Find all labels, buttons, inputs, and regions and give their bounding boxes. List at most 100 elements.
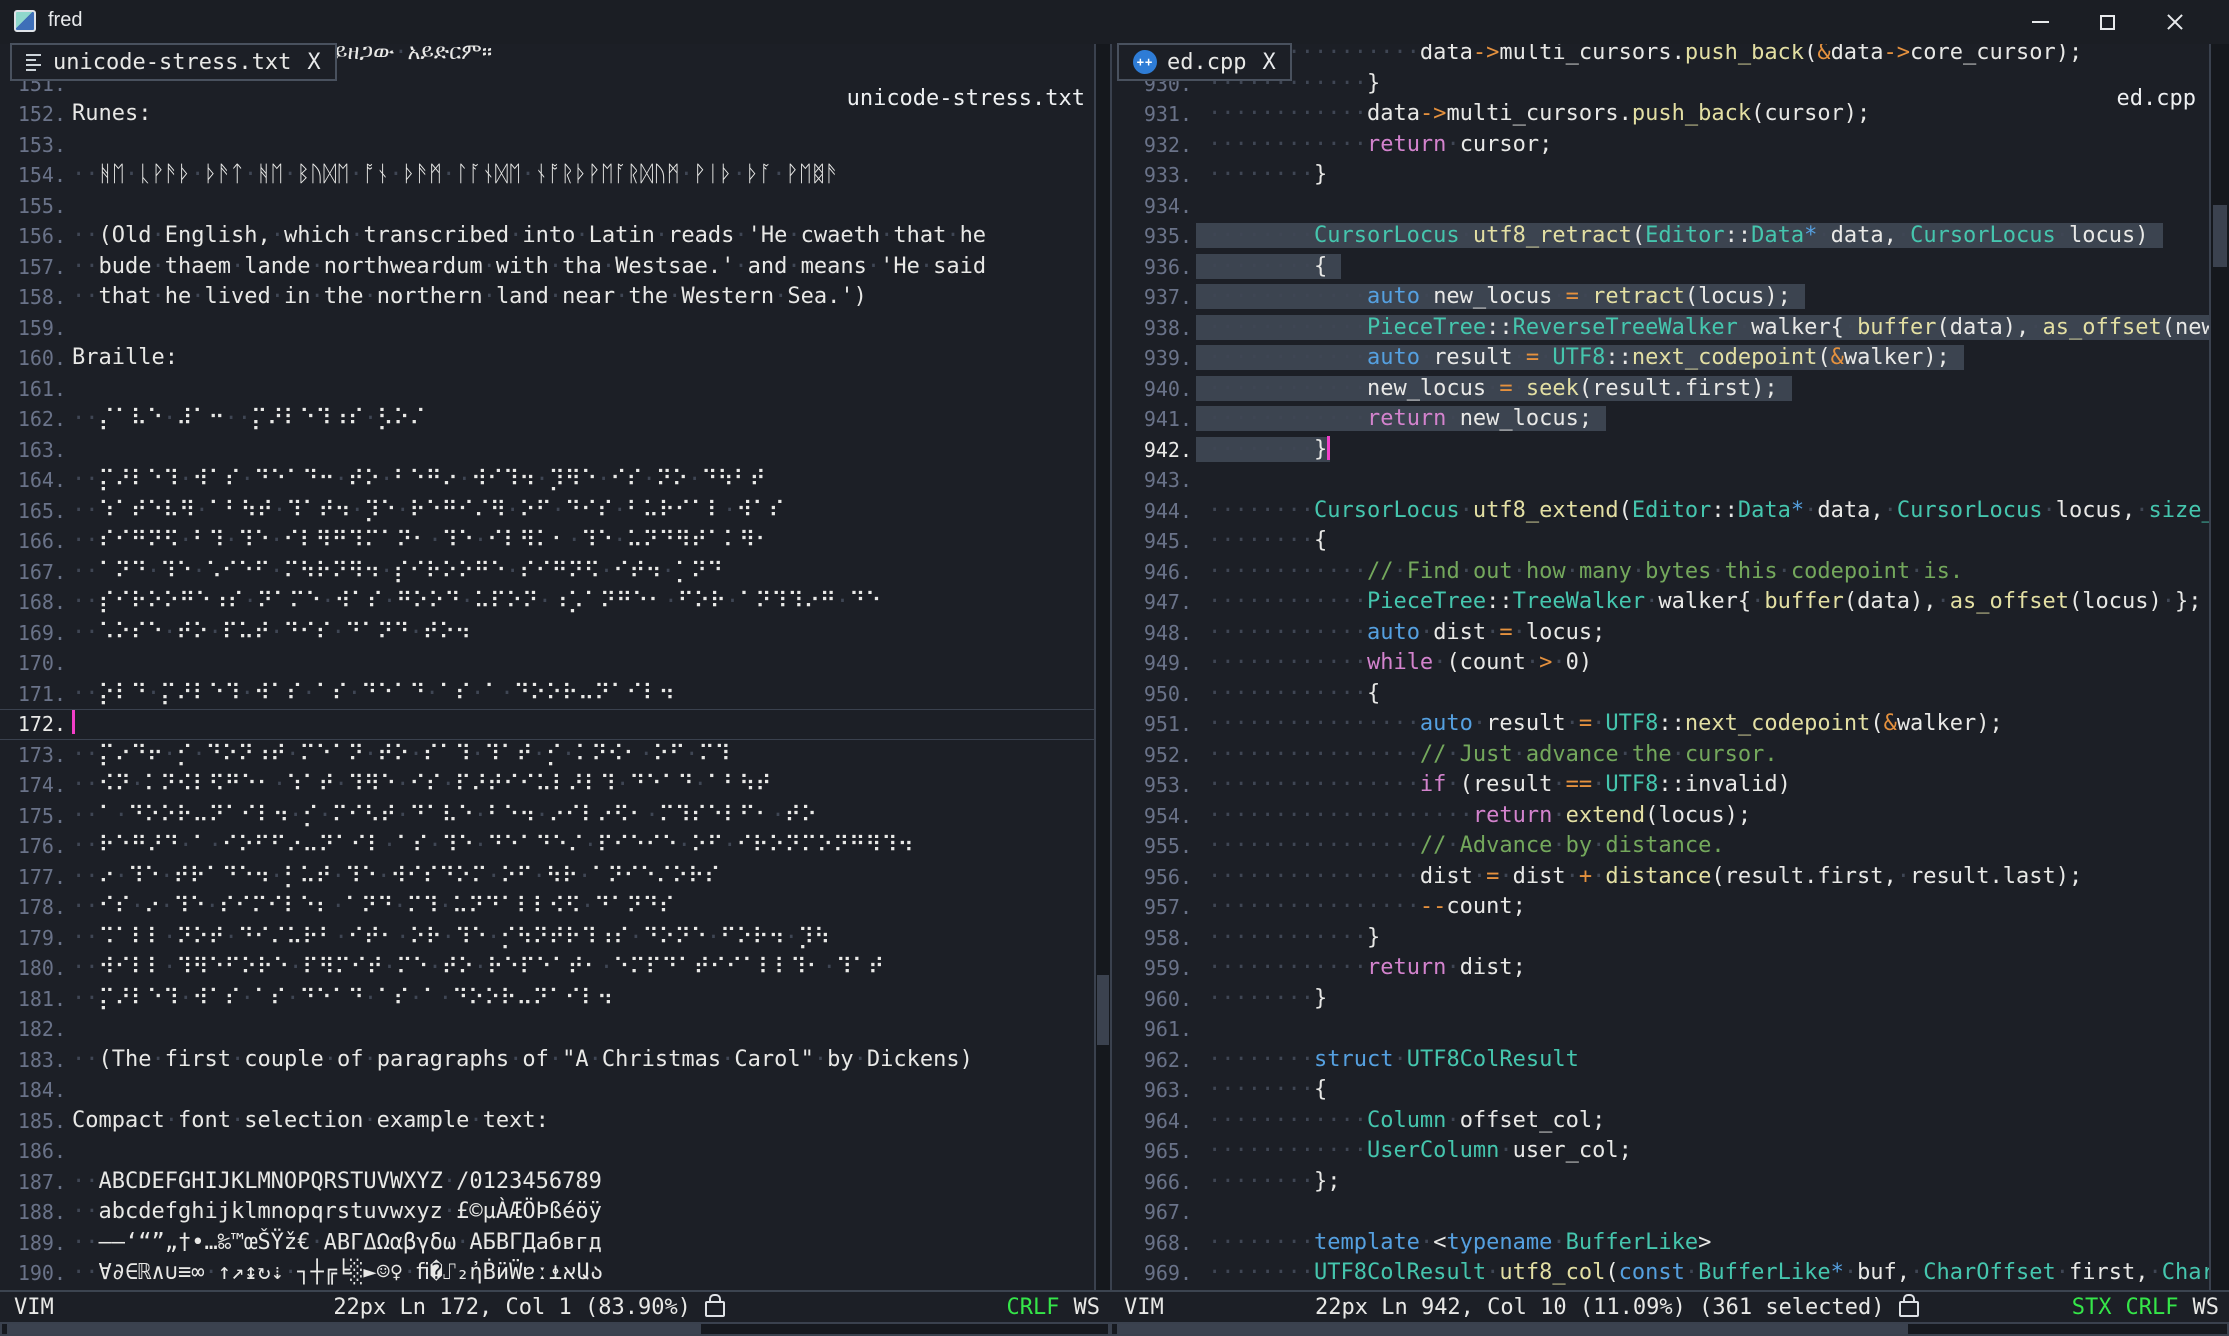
code-line[interactable]: 939.············auto·result·=·UTF8::next…	[1112, 343, 2229, 374]
right-horizontal-scrollbar-thumb[interactable]	[1117, 1324, 1908, 1334]
code-line[interactable]: 180.··⠺⠊⠇⠇·⠹⠻⠑⠋⠕⠗⠑·⠏⠻⠍⠊⠞·⠍⠑·⠞⠕·⠗⠑⠏⠑⠁⠞⠂·⠑…	[0, 953, 1096, 984]
code-line[interactable]: 949.············while·(count·>·0)	[1112, 648, 2229, 679]
code-line[interactable]: 950.············{	[1112, 679, 2229, 710]
left-vertical-scrollbar-thumb[interactable]	[1097, 975, 1109, 1045]
code-line[interactable]: 185.Compact·font·selection·example·text:	[0, 1106, 1096, 1137]
code-line[interactable]: 935.········CursorLocus·utf8_retract(Edi…	[1112, 221, 2229, 252]
close-button[interactable]	[2158, 6, 2192, 38]
code-line[interactable]: 937.············auto·new_locus·=·retract…	[1112, 282, 2229, 313]
line-number: 176.	[14, 831, 66, 862]
code-line[interactable]: 942.········}	[1112, 435, 2229, 466]
pane-divider[interactable]	[1094, 44, 1112, 1290]
code-line[interactable]: 174.··⠪⠝·⠅⠝⠪⠇⠫⠛⠑⠂·⠱⠁⠞·⠹⠻⠑·⠊⠎·⠏⠜⠞⠊⠊⠥⠇⠜⠇⠹·…	[0, 770, 1096, 801]
code-line[interactable]: 966.········};	[1112, 1167, 2229, 1198]
tab-ed-cpp[interactable]: ++ ed.cpp X	[1117, 43, 1292, 81]
code-line[interactable]: 159.	[0, 313, 1096, 344]
line-number: 159.	[14, 313, 66, 344]
code-line[interactable]: 955.················//·Advance·by·distan…	[1112, 831, 2229, 862]
line-number: 182.	[14, 1014, 66, 1045]
code-line[interactable]: 161.	[0, 374, 1096, 405]
code-line[interactable]: 943.	[1112, 465, 2229, 496]
code-line[interactable]: 171.··⡕⠇⠙·⡍⠜⠇⠑⠹·⠺⠁⠎·⠁⠎·⠙⠑⠁⠙·⠁⠎·⠁·⠙⠕⠕⠗⠤⠝⠁…	[0, 679, 1096, 710]
code-line[interactable]: 178.··⠊⠎·⠔·⠹⠑·⠎⠊⠍⠊⠇⠑⠆·⠁⠝⠙·⠍⠹·⠥⠝⠙⠁⠇⠇⠪⠫·⠙⠁…	[0, 892, 1096, 923]
code-line[interactable]: 931.············data->multi_cursors.push…	[1112, 99, 2229, 130]
minimize-button[interactable]	[2023, 6, 2057, 38]
code-line[interactable]: 956.················dist·=·dist·+·distan…	[1112, 862, 2229, 893]
code-line[interactable]: 166.··⠎⠊⠛⠝⠫·⠃⠹·⠹⠑·⠊⠇⠻⠛⠹⠍⠁⠝⠂·⠹⠑·⠊⠇⠻⠅⠂·⠹⠑·…	[0, 526, 1096, 557]
title-bar[interactable]: fred	[0, 0, 2229, 44]
code-line[interactable]: 163.	[0, 435, 1096, 466]
code-line[interactable]: 183.··(The·first·couple·of·paragraphs·of…	[0, 1045, 1096, 1076]
code-line[interactable]: 964.············Column·offset_col;	[1112, 1106, 2229, 1137]
code-line[interactable]: 941.············return·new_locus;	[1112, 404, 2229, 435]
code-line[interactable]: 189.··–—‘“”„†•…‰™œŠŸž€·ΑΒΓΔΩαβγδω·АБВГДа…	[0, 1228, 1096, 1259]
code-line[interactable]: 172.	[0, 709, 1096, 740]
line-number: 173.	[14, 740, 66, 771]
code-line[interactable]: 954.····················return·extend(lo…	[1112, 801, 2229, 832]
code-line[interactable]: 177.··⠔·⠹⠑·⠞⠗⠁⠙⠑⠲·⡃⠥⠞·⠹⠑·⠺⠊⠎⠙⠕⠍·⠕⠋·⠳⠗·⠁⠝…	[0, 862, 1096, 893]
code-line[interactable]: 184.	[0, 1075, 1096, 1106]
maximize-button[interactable]	[2090, 6, 2124, 38]
code-line[interactable]: 962.········struct·UTF8ColResult	[1112, 1045, 2229, 1076]
code-line[interactable]: 963.········{	[1112, 1075, 2229, 1106]
code-line[interactable]: 948.············auto·dist·=·locus;	[1112, 618, 2229, 649]
code-line[interactable]: 967.	[1112, 1197, 2229, 1228]
code-line[interactable]: 165.··⠱⠁⠞⠑⠧⠻·⠁⠃⠳⠞·⠹⠁⠞⠲·⡹⠑·⠗⠑⠛⠊⠌⠻·⠕⠋·⠙⠊⠎·…	[0, 496, 1096, 527]
text-cursor	[72, 710, 75, 734]
code-line[interactable]: 944.········CursorLocus·utf8_extend(Edit…	[1112, 496, 2229, 527]
code-line[interactable]: 947.············PieceTree::TreeWalker·wa…	[1112, 587, 2229, 618]
code-line[interactable]: 167.··⠁⠝⠙·⠹⠑·⠡⠊⠑⠋·⠍⠳⠗⠝⠻⠲·⡎⠊⠗⠕⠕⠛⠑·⠎⠊⠛⠝⠫·⠊…	[0, 557, 1096, 588]
code-line[interactable]: 173.··⡍⠔⠙⠖·⡊·⠙⠕⠝⠰⠞·⠍⠑⠁⠝·⠞⠕·⠎⠁⠹·⠹⠁⠞·⡊·⠅⠝⠪…	[0, 740, 1096, 771]
code-line[interactable]: 187.··ABCDEFGHIJKLMNOPQRSTUVWXYZ·/012345…	[0, 1167, 1096, 1198]
code-line[interactable]: 153.	[0, 130, 1096, 161]
code-line[interactable]: 170.	[0, 648, 1096, 679]
code-line[interactable]: 946.············//·Find·out·how·many·byt…	[1112, 557, 2229, 588]
code-line[interactable]: 157.··bude·thaem·lande·northweardum·with…	[0, 252, 1096, 283]
code-line[interactable]: 164.··⡍⠜⠇⠑⠹·⠺⠁⠎·⠙⠑⠁⠙⠒·⠞⠕·⠃⠑⠛⠔·⠺⠊⠹⠲·⡹⠻⠑·⠊…	[0, 465, 1096, 496]
code-line[interactable]: 938.············PieceTree::ReverseTreeWa…	[1112, 313, 2229, 344]
tab-label: unicode-stress.txt	[53, 50, 291, 75]
code-line[interactable]: 190.··∀∂∈ℝ∧∪≡∞·↑↗↨↻⇣·┐┼╔╘░►☺♀·ﬁ�⑀₂ἠḂӥẄɐː…	[0, 1258, 1096, 1289]
left-horizontal-scrollbar-thumb[interactable]	[7, 1324, 701, 1334]
code-line[interactable]: 162.··⡌⠁⠧⠑·⠼⠁⠒··⡍⠜⠇⠑⠹⠰⠎·⡣⠕⠌	[0, 404, 1096, 435]
code-line[interactable]: 179.··⠩⠁⠇⠇·⠝⠕⠞·⠙⠊⠌⠥⠗⠃·⠊⠞⠂·⠕⠗·⠹⠑·⡊⠳⠝⠞⠗⠹⠰⠎…	[0, 923, 1096, 954]
code-line[interactable]: 957.················--count;	[1112, 892, 2229, 923]
editor-pane-right[interactable]: 929.················data->multi_cursors.…	[1112, 44, 2229, 1290]
code-line[interactable]: 155.	[0, 191, 1096, 222]
line-number: 946.	[1140, 557, 1192, 588]
code-line[interactable]: 965.············UserColumn·user_col;	[1112, 1136, 2229, 1167]
code-line[interactable]: 936.········{	[1112, 252, 2229, 283]
code-line[interactable]: 933.········}	[1112, 160, 2229, 191]
code-line[interactable]: 175.··⠁·⠙⠕⠕⠗⠤⠝⠁⠊⠇⠲·⡊·⠍⠊⠣⠞·⠙⠁⠧⠑·⠃⠑⠲·⠔⠊⠇⠔⠫…	[0, 801, 1096, 832]
code-line[interactable]: 959.············return·dist;	[1112, 953, 2229, 984]
code-line[interactable]: 181.··⡍⠜⠇⠑⠹·⠺⠁⠎·⠁⠎·⠙⠑⠁⠙·⠁⠎·⠁·⠙⠕⠕⠗⠤⠝⠁⠊⠇⠲	[0, 984, 1096, 1015]
tab-close-icon[interactable]: X	[307, 50, 320, 75]
editor-window: fred 150.··እግዜር·የከፈተውን·ጉሮሮ·ሳይዘጋው·አይድርም።1…	[0, 0, 2229, 1336]
code-line[interactable]: 168.··⡎⠊⠗⠕⠕⠛⠑⠰⠎·⠝⠁⠍⠑·⠺⠁⠎·⠛⠕⠕⠙·⠥⠏⠕⠝·⠰⡡⠁⠝⠛…	[0, 587, 1096, 618]
code-line[interactable]: 188.··abcdefghijklmnopqrstuvwxyz·£©µÀÆÖÞ…	[0, 1197, 1096, 1228]
code-line[interactable]: 952.················//·Just·advance·the·…	[1112, 740, 2229, 771]
code-line[interactable]: 182.	[0, 1014, 1096, 1045]
code-line[interactable]: 156.··(Old·English,·which·transcribed·in…	[0, 221, 1096, 252]
code-line[interactable]: 969.········UTF8ColResult·utf8_col(const…	[1112, 1258, 2229, 1289]
editor-pane-left[interactable]: 150.··እግዜር·የከፈተውን·ጉሮሮ·ሳይዘጋው·አይድርም።151.15…	[0, 44, 1096, 1290]
right-vertical-scrollbar-thumb[interactable]	[2213, 205, 2227, 267]
code-line[interactable]: 160.Braille:	[0, 343, 1096, 374]
code-line[interactable]: 934.	[1112, 191, 2229, 222]
tab-close-icon[interactable]: X	[1262, 50, 1275, 75]
code-line[interactable]: 961.	[1112, 1014, 2229, 1045]
code-line[interactable]: 958.············}	[1112, 923, 2229, 954]
tab-unicode-stress[interactable]: unicode-stress.txt X	[10, 43, 337, 81]
code-line[interactable]: 154.··ᚻᛖ·ᚳᚹᚫᚦ·ᚦᚫᛏ·ᚻᛖ·ᛒᚢᛞᛖ·ᚩᚾ·ᚦᚫᛗ·ᛚᚪᚾᛞᛖ·ᚾ…	[0, 160, 1096, 191]
code-line[interactable]: 945.········{	[1112, 526, 2229, 557]
code-line[interactable]: 186.	[0, 1136, 1096, 1167]
code-line[interactable]: 169.··⠡⠕⠎⠑·⠞⠕·⠏⠥⠞·⠙⠊⠎·⠙⠁⠝⠙·⠞⠕⠲	[0, 618, 1096, 649]
code-line[interactable]: 932.············return·cursor;	[1112, 130, 2229, 161]
code-line[interactable]: 940.············new_locus·=·seek(result.…	[1112, 374, 2229, 405]
code-line[interactable]: 968.········template·<typename·BufferLik…	[1112, 1228, 2229, 1259]
code-line[interactable]: 953.················if·(result·==·UTF8::…	[1112, 770, 2229, 801]
code-line[interactable]: 176.··⠗⠑⠛⠜⠙·⠁·⠊⠕⠋⠋⠔⠤⠝⠁⠊⠇·⠁⠎·⠹⠑·⠙⠑⠁⠙⠑⠌·⠏⠊…	[0, 831, 1096, 862]
code-line[interactable]: 951.················auto·result·=·UTF8::…	[1112, 709, 2229, 740]
code-line[interactable]: 158.··that·he·lived·in·the·northern·land…	[0, 282, 1096, 313]
code-line[interactable]: 960.········}	[1112, 984, 2229, 1015]
